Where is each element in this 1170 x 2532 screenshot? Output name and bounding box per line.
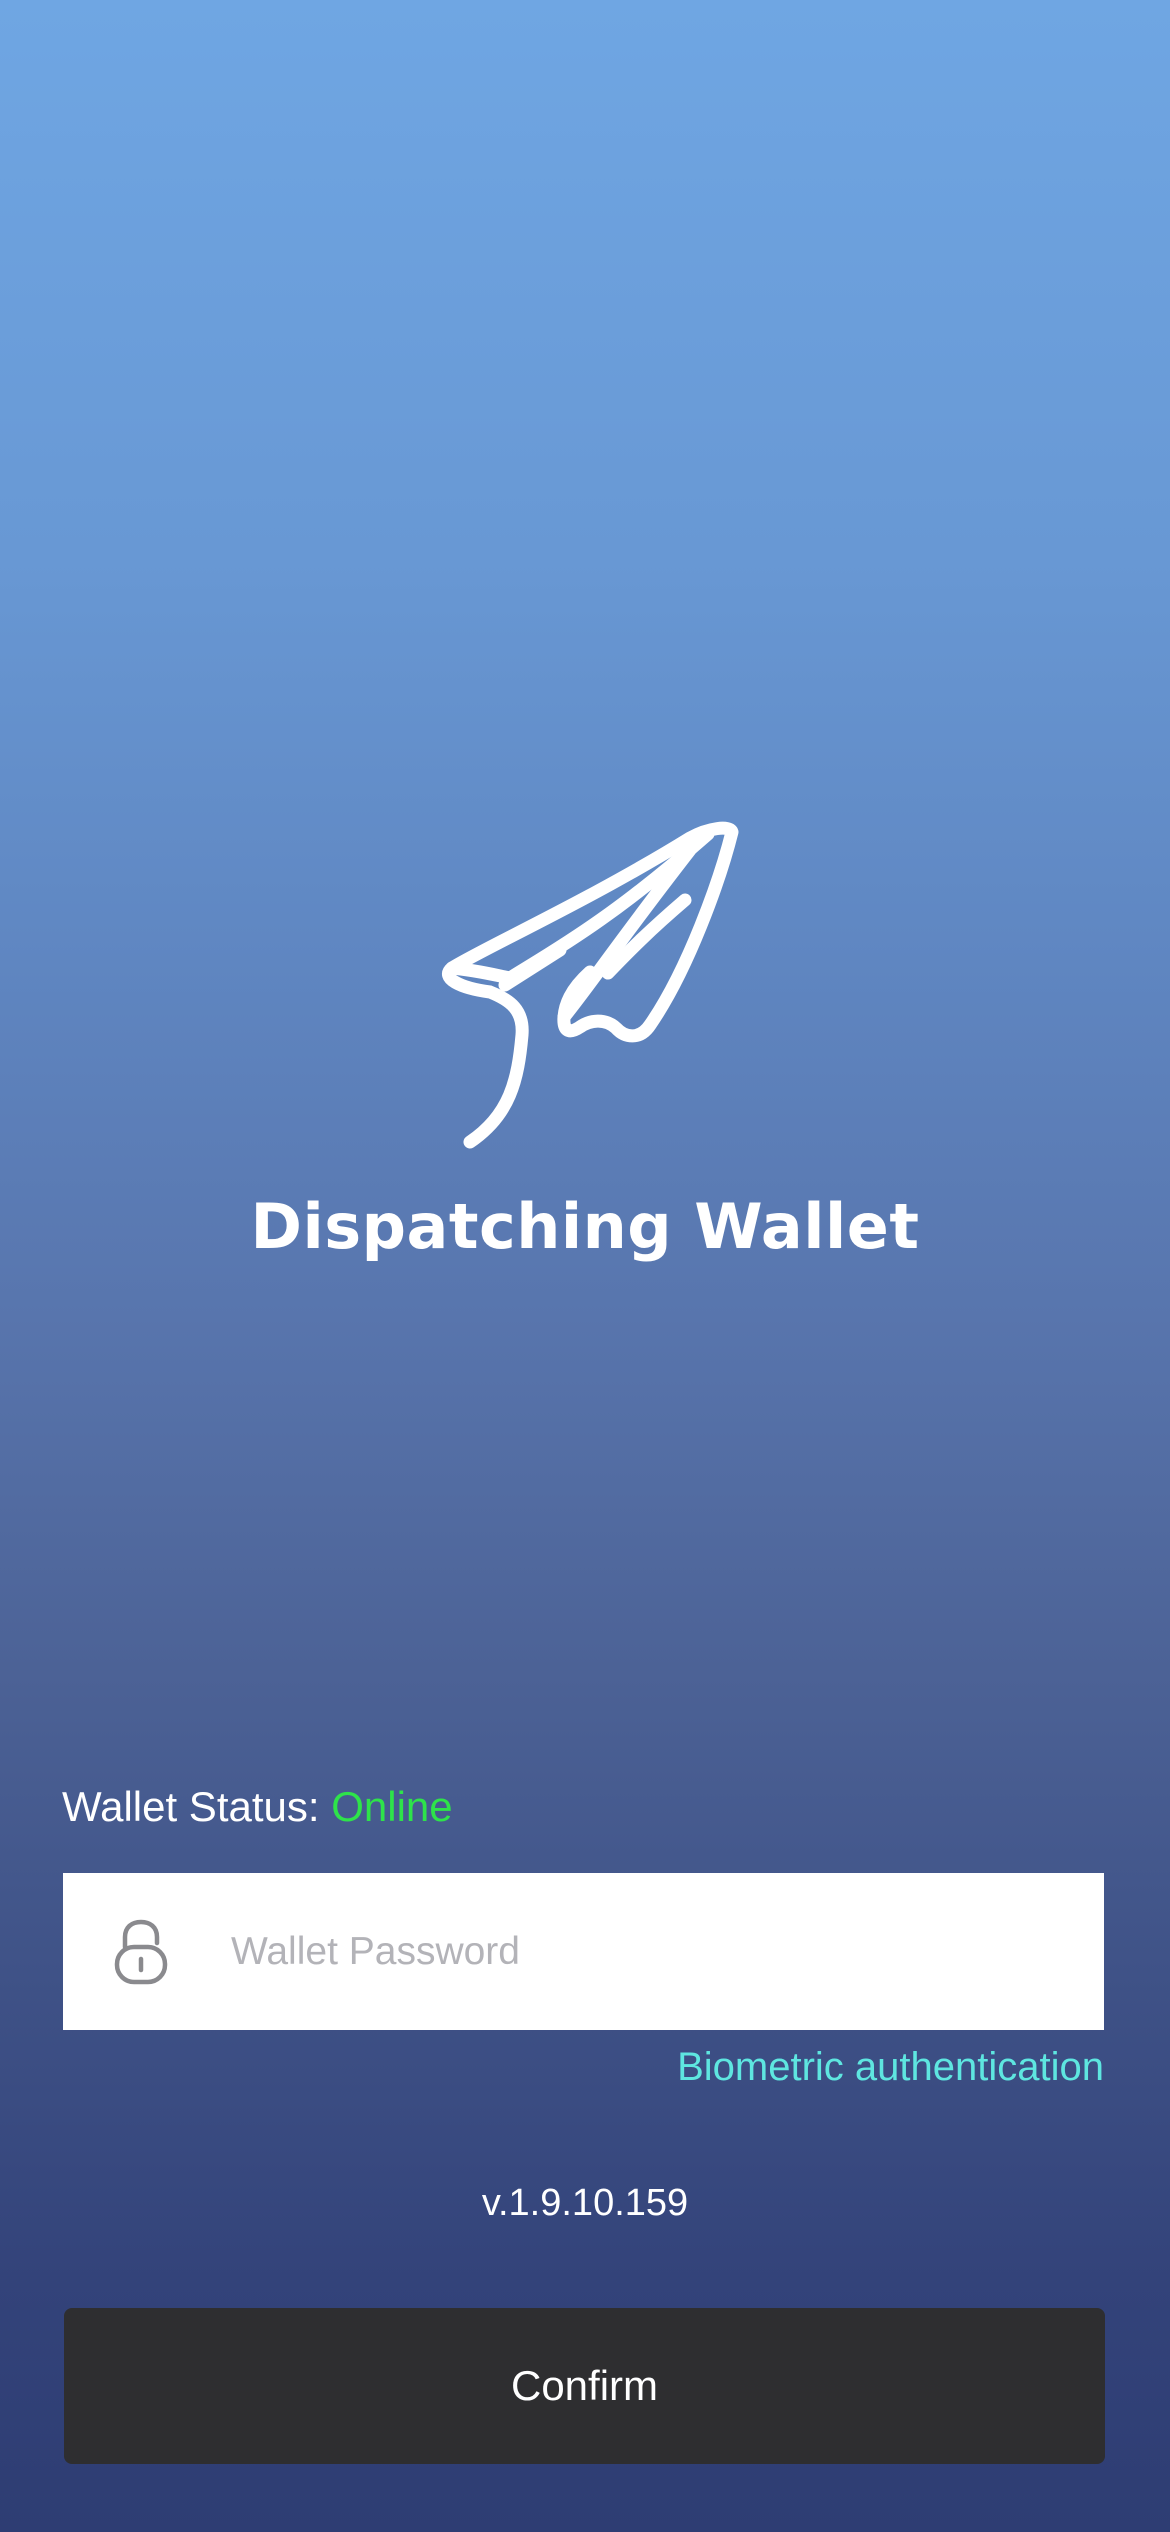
app-title: Dispatching Wallet [250, 1190, 920, 1263]
password-field-container[interactable] [63, 1873, 1104, 2030]
paper-plane-hand-icon [442, 821, 739, 1149]
wallet-status: Wallet Status: Online [62, 1783, 453, 1831]
confirm-button[interactable]: Confirm [64, 2308, 1105, 2464]
wallet-status-value: Online [331, 1783, 453, 1830]
biometric-auth-link[interactable]: Biometric authentication [677, 2045, 1104, 2090]
lock-icon [114, 1919, 168, 1985]
app-version: v.1.9.10.159 [481, 2182, 689, 2224]
password-input[interactable] [231, 1873, 1071, 2030]
wallet-status-label: Wallet Status: [62, 1783, 320, 1830]
